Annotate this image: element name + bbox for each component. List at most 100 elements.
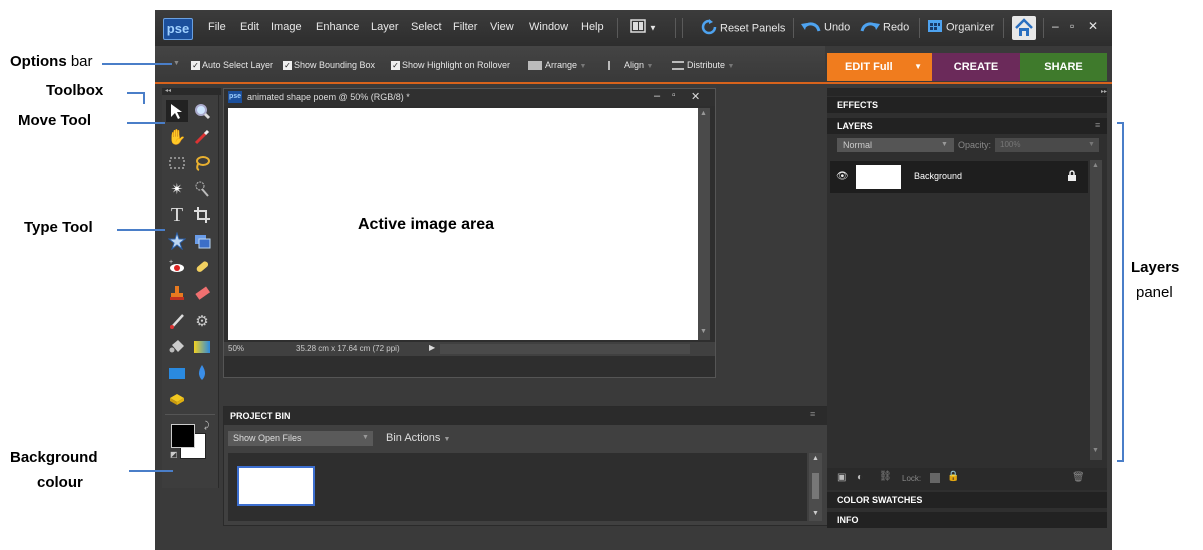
gradient-tool[interactable] — [191, 336, 213, 358]
brush-tool[interactable] — [166, 310, 188, 332]
opacity-field[interactable]: 100% ▼ — [995, 138, 1099, 152]
clone-stamp-tool[interactable] — [166, 282, 188, 304]
horizontal-scrollbar[interactable] — [440, 344, 690, 354]
swap-colors-icon[interactable]: ⤸ — [204, 420, 209, 431]
info-panel-header[interactable]: INFO — [827, 512, 1107, 528]
home-button[interactable] — [1012, 16, 1036, 40]
menu-image[interactable]: Image — [271, 21, 302, 33]
scroll-thumb[interactable] — [812, 473, 819, 499]
magic-wand-tool[interactable]: ✴ — [166, 178, 188, 200]
crop-tool[interactable] — [191, 204, 213, 226]
project-bin-scrollbar[interactable]: ▲ ▼ — [809, 453, 822, 521]
eraser-tool[interactable] — [191, 282, 213, 304]
reset-icon — [701, 19, 717, 38]
color-swatches-panel-header[interactable]: COLOR SWATCHES — [827, 492, 1107, 508]
bin-actions-menu[interactable]: Bin Actions ▼ — [386, 432, 450, 444]
shape-tool[interactable] — [166, 362, 188, 384]
eyedropper-tool[interactable] — [191, 126, 213, 148]
document-maximize-icon[interactable]: ▫ — [672, 90, 676, 101]
menu-select[interactable]: Select — [411, 21, 442, 33]
zoom-level[interactable]: 50% — [228, 344, 244, 353]
scroll-down-icon[interactable]: ▼ — [1092, 447, 1099, 454]
lock-all-icon[interactable]: 🔒 — [947, 471, 959, 482]
show-open-files-dropdown[interactable]: Show Open Files ▼ — [228, 431, 373, 446]
blur-tool[interactable] — [191, 362, 213, 384]
default-colors-icon[interactable]: ◩ — [170, 450, 178, 459]
sponge-tool[interactable] — [166, 388, 188, 410]
healing-brush-tool[interactable] — [191, 256, 213, 278]
open-file-thumbnail[interactable] — [237, 466, 315, 506]
hand-tool[interactable]: ✋ — [166, 126, 188, 148]
layer-row-background[interactable]: 👁 Background — [830, 161, 1088, 193]
foreground-color-swatch[interactable] — [171, 424, 195, 448]
arrange-dropdown[interactable]: Arrange ▼ — [528, 60, 586, 71]
distribute-dropdown[interactable]: Distribute ▼ — [672, 60, 735, 71]
menu-help[interactable]: Help — [581, 21, 604, 33]
menu-window[interactable]: Window — [529, 21, 568, 33]
close-button[interactable]: ✕ — [1088, 19, 1098, 33]
vertical-scrollbar[interactable]: ▲ ▼ — [698, 108, 710, 340]
effects-panel-header[interactable]: EFFECTS — [827, 97, 1107, 113]
menu-view[interactable]: View — [490, 21, 514, 33]
options-menu-arrow-icon[interactable]: ▼ — [173, 60, 180, 67]
layout-button[interactable]: ▼ — [630, 19, 657, 36]
trash-icon[interactable]: 🗑 — [1072, 472, 1085, 483]
redo-button[interactable]: Redo — [860, 19, 909, 36]
menu-bar: pse File Edit Image Enhance Layer Select… — [155, 10, 1112, 46]
leader-line-type-tool — [117, 229, 165, 231]
menu-filter[interactable]: Filter — [453, 21, 477, 33]
visibility-eye-icon[interactable]: 👁 — [836, 171, 849, 182]
document-close-icon[interactable]: ✕ — [691, 90, 700, 103]
scroll-up-icon[interactable]: ▲ — [700, 110, 707, 117]
undo-button[interactable]: Undo — [801, 19, 850, 36]
menu-enhance[interactable]: Enhance — [316, 21, 359, 33]
new-layer-icon[interactable]: ▣ — [837, 472, 846, 483]
show-bounding-box-checkbox[interactable]: ✓ Show Bounding Box — [283, 60, 375, 71]
blend-mode-dropdown[interactable]: Normal ▼ — [837, 138, 954, 152]
chevron-down-icon: ▼ — [727, 63, 735, 70]
smart-brush-tool[interactable]: ⚙ — [191, 310, 213, 332]
opacity-label: Opacity: — [958, 140, 992, 150]
document-minimize-icon[interactable]: – — [654, 90, 660, 102]
menu-edit[interactable]: Edit — [240, 21, 259, 33]
tab-edit-full[interactable]: EDIT Full ▼ — [827, 53, 932, 81]
move-tool[interactable] — [166, 100, 188, 122]
cookie-cutter-tool[interactable] — [166, 230, 188, 252]
scroll-down-icon[interactable]: ▼ — [700, 328, 707, 335]
distribute-icon — [672, 61, 684, 71]
scroll-up-icon[interactable]: ▲ — [1092, 162, 1099, 169]
quick-selection-tool[interactable] — [191, 178, 213, 200]
collapse-toolbox-icon[interactable]: ◂◂ — [162, 88, 221, 95]
menu-file[interactable]: File — [208, 21, 226, 33]
recompose-tool[interactable] — [191, 230, 213, 252]
layers-panel-header[interactable]: LAYERS ≡ — [827, 118, 1107, 134]
menu-layer[interactable]: Layer — [371, 21, 399, 33]
layers-scrollbar[interactable]: ▲ ▼ — [1090, 160, 1102, 460]
paint-bucket-tool[interactable] — [166, 336, 188, 358]
link-layers-icon[interactable]: ⛓ — [879, 471, 892, 482]
panel-menu-icon[interactable]: ≡ — [810, 409, 815, 419]
type-tool[interactable]: T — [166, 204, 188, 226]
reset-panels-button[interactable]: Reset Panels — [701, 19, 785, 38]
lasso-tool[interactable] — [191, 152, 213, 174]
zoom-tool[interactable] — [191, 100, 213, 122]
lock-transparent-icon[interactable] — [930, 473, 940, 483]
minimize-button[interactable]: – — [1052, 19, 1059, 33]
organizer-button[interactable]: Organizer — [927, 19, 994, 36]
adjustment-layer-icon[interactable]: ◐ — [857, 472, 863, 483]
tab-share[interactable]: SHARE — [1020, 53, 1107, 81]
collapse-panels-icon[interactable]: ▸▸ — [827, 88, 1107, 96]
red-eye-tool[interactable]: + — [166, 256, 188, 278]
show-highlight-checkbox[interactable]: ✓ Show Highlight on Rollover — [391, 60, 510, 71]
panel-menu-icon[interactable]: ≡ — [1095, 120, 1100, 130]
scroll-down-icon[interactable]: ▼ — [812, 510, 819, 517]
tab-create[interactable]: CREATE — [932, 53, 1020, 81]
status-menu-arrow-icon[interactable]: ▶ — [429, 343, 435, 352]
align-dropdown[interactable]: Align ▼ — [608, 60, 653, 71]
scroll-up-icon[interactable]: ▲ — [812, 455, 819, 462]
maximize-button[interactable]: ▫ — [1070, 19, 1074, 33]
leader-line-toolbox-vertical — [143, 92, 145, 104]
auto-select-layer-checkbox[interactable]: ✓ Auto Select Layer — [191, 60, 273, 71]
layers-panel-bracket — [1117, 122, 1124, 462]
marquee-tool[interactable] — [166, 152, 188, 174]
